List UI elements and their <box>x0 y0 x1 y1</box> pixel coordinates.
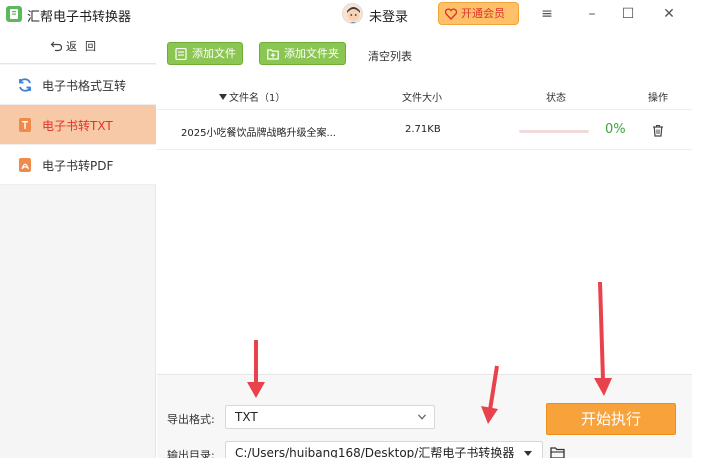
add-file-label: 添加文件 <box>192 47 236 60</box>
sidebar-item-format-convert[interactable]: 电子书格式互转 <box>0 65 156 105</box>
column-header-action: 操作 <box>648 93 668 104</box>
format-select[interactable]: TXT <box>225 405 435 429</box>
add-folder-label: 添加文件夹 <box>284 47 339 60</box>
refresh-icon <box>19 78 31 92</box>
file-name: 2025小吃餐饮品牌战略升级全案... <box>181 128 336 139</box>
add-file-icon <box>175 48 187 60</box>
output-settings-panel: 导出格式: TXT 输出目录: C:/Users/huibang168/Desk… <box>157 374 692 458</box>
maximize-button[interactable]: ☐ <box>618 4 638 24</box>
sidebar: 返回 电子书格式互转 电子书转TXT 电子书转PDF <box>0 28 156 458</box>
dropdown-triangle-icon <box>524 451 532 456</box>
sort-down-icon[interactable] <box>219 94 227 100</box>
column-header-size: 文件大小 <box>402 93 442 104</box>
column-header-name[interactable]: 文件名（1） <box>229 89 285 104</box>
app-title: 汇帮电子书转换器 <box>27 10 132 25</box>
back-label: 返回 <box>66 40 104 53</box>
app-logo-icon <box>6 6 22 22</box>
progress-percent: 0% <box>605 122 626 137</box>
avatar[interactable] <box>342 3 363 24</box>
txt-file-icon <box>19 118 31 132</box>
sidebar-item-label: 电子书格式互转 <box>42 79 127 93</box>
sidebar-item-to-txt[interactable]: 电子书转TXT <box>0 105 156 145</box>
pdf-file-icon <box>19 158 31 172</box>
chevron-down-icon <box>418 414 426 420</box>
start-button[interactable]: 开始执行 <box>546 403 676 435</box>
menu-button[interactable]: ≡ <box>537 4 557 24</box>
output-dir-value: C:/Users/huibang168/Desktop/汇帮电子书转换器 <box>235 446 515 458</box>
output-dir-select[interactable]: C:/Users/huibang168/Desktop/汇帮电子书转换器 <box>225 441 543 458</box>
close-button[interactable]: ✕ <box>659 4 679 24</box>
file-size: 2.71KB <box>405 124 441 135</box>
app-window: 汇帮电子书转换器 未登录 开通会员 ≡ – ☐ ✕ 返回 电子书格式互转 电子书… <box>0 0 702 458</box>
vip-button-label: 开通会员 <box>461 7 505 20</box>
file-table-header: 文件名（1） 文件大小 状态 操作 <box>157 84 692 110</box>
table-row[interactable]: 2025小吃餐饮品牌战略升级全案... 2.71KB 0% <box>157 112 692 150</box>
column-header-status: 状态 <box>546 93 566 104</box>
login-status[interactable]: 未登录 <box>369 6 408 25</box>
progress-bar <box>519 130 589 133</box>
main-panel: 添加文件 添加文件夹 清空列表 文件名（1） 文件大小 状态 操作 2025小吃… <box>157 28 692 458</box>
add-folder-icon <box>267 49 279 60</box>
clear-list-button[interactable]: 清空列表 <box>368 48 412 64</box>
add-folder-button[interactable]: 添加文件夹 <box>259 42 346 65</box>
vip-button[interactable]: 开通会员 <box>438 2 519 25</box>
sidebar-item-label: 电子书转PDF <box>42 159 114 173</box>
format-select-value: TXT <box>235 410 258 424</box>
title-bar: 汇帮电子书转换器 未登录 开通会员 ≡ – ☐ ✕ <box>0 0 702 28</box>
back-button[interactable]: 返回 <box>0 28 156 64</box>
minimize-button[interactable]: – <box>582 4 602 24</box>
format-label: 导出格式: <box>167 413 215 426</box>
heart-icon <box>445 8 457 20</box>
add-file-button[interactable]: 添加文件 <box>167 42 243 65</box>
sidebar-item-to-pdf[interactable]: 电子书转PDF <box>0 145 156 185</box>
output-dir-label: 输出目录: <box>167 449 215 458</box>
trash-icon[interactable] <box>652 124 664 137</box>
folder-icon[interactable] <box>550 446 565 458</box>
back-arrow-icon <box>50 41 63 52</box>
sidebar-item-label: 电子书转TXT <box>42 119 113 133</box>
